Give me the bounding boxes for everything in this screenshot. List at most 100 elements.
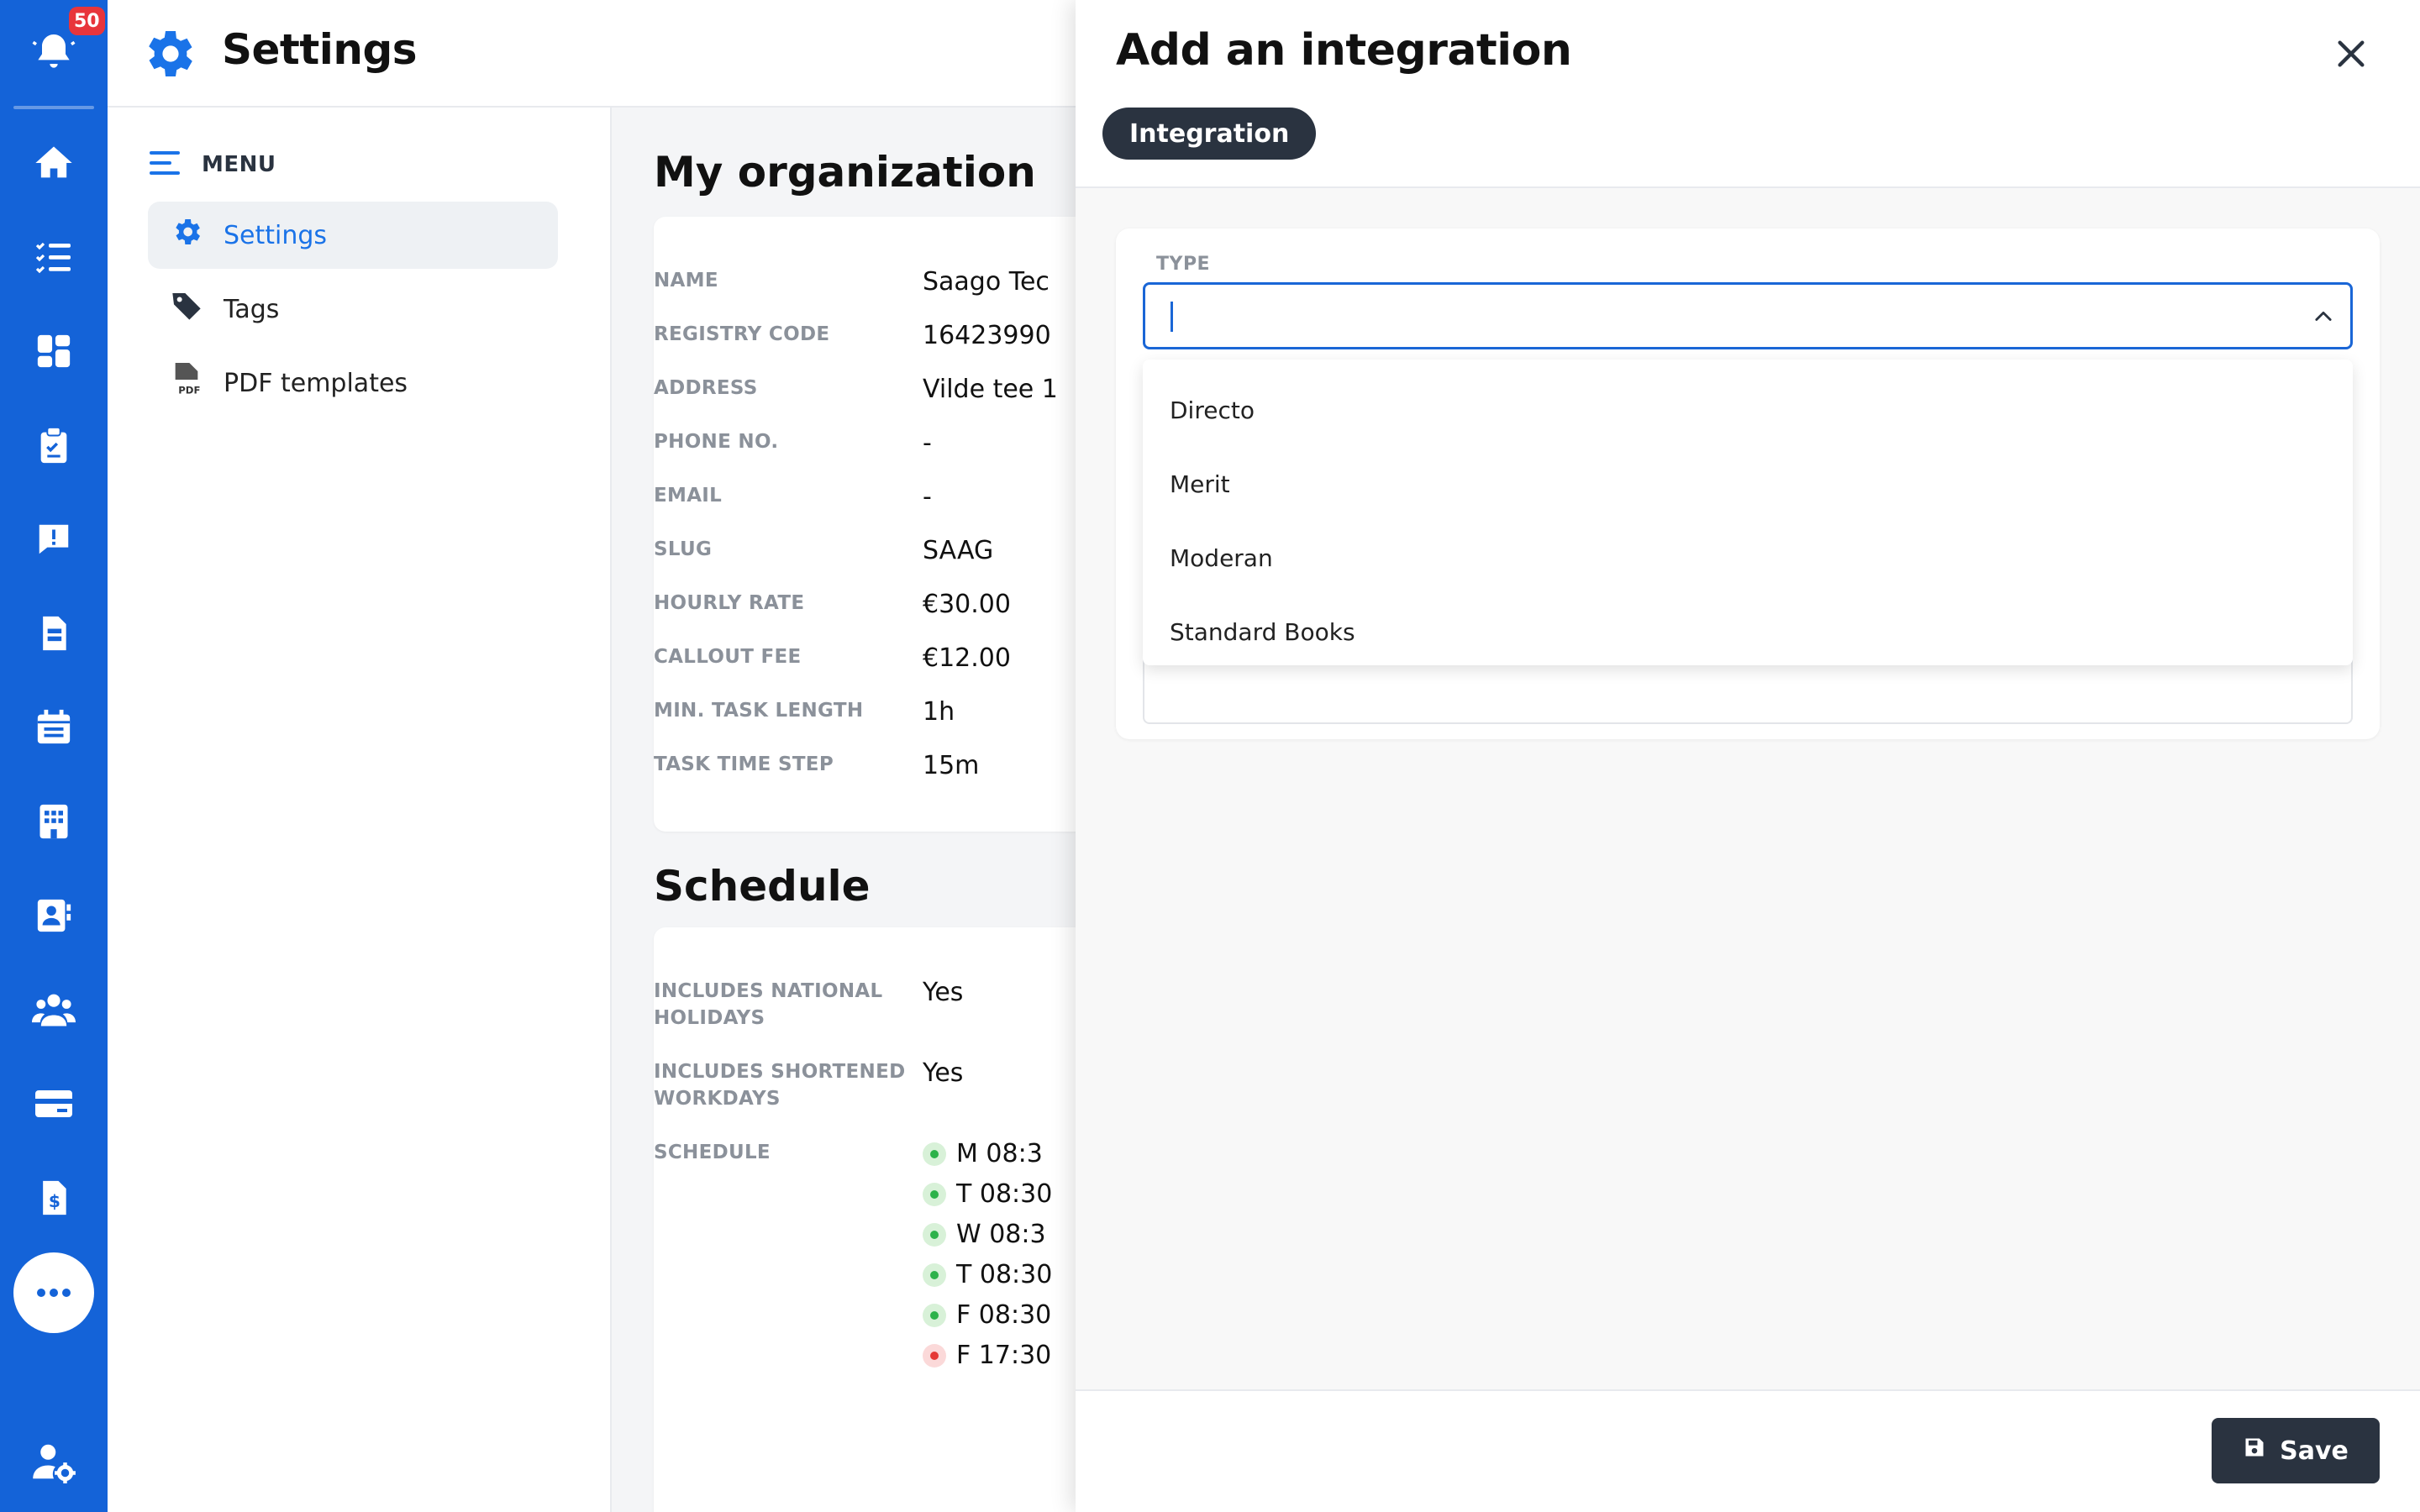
field-row: TASK TIME STEP 15m	[654, 751, 1076, 781]
document-icon[interactable]	[30, 610, 77, 657]
organization-card	[654, 217, 1076, 832]
bell-icon[interactable]	[30, 29, 77, 76]
field-label: TASK TIME STEP	[654, 753, 834, 775]
type-select[interactable]	[1143, 282, 2353, 349]
status-dot-icon	[923, 1142, 946, 1166]
schedule-heading: Schedule	[654, 862, 871, 911]
dropdown-option[interactable]: Merit	[1143, 447, 2353, 521]
field-label: MIN. TASK LENGTH	[654, 700, 864, 722]
settings-menu: MENU Settings Tags PDF PDF templates	[108, 108, 612, 1512]
field-value: Yes	[923, 1058, 964, 1088]
field-label: EMAIL	[654, 485, 723, 507]
gear-icon	[170, 215, 203, 255]
building-icon[interactable]	[30, 798, 77, 845]
svg-text:PDF: PDF	[178, 385, 200, 396]
floppy-disk-icon	[2243, 1436, 2266, 1466]
more-button[interactable]	[13, 1252, 94, 1333]
home-icon[interactable]	[30, 139, 77, 186]
card-icon[interactable]	[30, 1080, 77, 1127]
pdf-file-icon: PDF	[170, 361, 203, 405]
status-dot-icon	[923, 1303, 946, 1327]
field-row: EMAIL -	[654, 482, 1076, 512]
dropdown-option[interactable]: Directo	[1143, 373, 2353, 447]
chevron-up-icon[interactable]	[2308, 302, 2338, 332]
type-dropdown: Directo Merit Moderan Standard Books	[1143, 360, 2353, 665]
field-value: -	[923, 428, 932, 458]
calendar-icon[interactable]	[30, 704, 77, 751]
save-label: Save	[2280, 1436, 2349, 1466]
clipboard-icon[interactable]	[30, 422, 77, 469]
menu-item-settings[interactable]: Settings	[148, 202, 558, 269]
field-label: REGISTRY CODE	[654, 323, 830, 345]
contact-card-icon[interactable]	[30, 892, 77, 939]
close-button[interactable]	[2328, 30, 2375, 77]
field-value: 16423990	[923, 321, 1051, 350]
text-cursor	[1171, 302, 1173, 332]
schedule-entry: F 08:30	[923, 1300, 1051, 1330]
menu-item-label: Tags	[224, 294, 280, 324]
schedule-entry: M 08:3	[923, 1139, 1043, 1168]
invoice-icon[interactable]: $	[30, 1174, 77, 1221]
schedule-entry-text: M 08:3	[956, 1139, 1043, 1168]
field-value: Vilde tee 1	[923, 375, 1058, 404]
field-value: -	[923, 482, 932, 512]
status-dot-icon	[923, 1263, 946, 1287]
schedule-entry: T 08:30	[923, 1260, 1052, 1289]
field-row: INCLUDES SHORTENED WORKDAYS Yes	[654, 1058, 1076, 1112]
schedule-entry-text: T 08:30	[956, 1260, 1053, 1289]
svg-text:$: $	[49, 1191, 60, 1211]
hamburger-icon[interactable]	[150, 150, 183, 180]
menu-item-tags[interactable]: Tags	[148, 276, 558, 343]
page-header: Settings	[108, 0, 1076, 108]
field-label: CALLOUT FEE	[654, 646, 802, 668]
more-icon	[37, 1289, 71, 1297]
schedule-entry-text: F 08:30	[956, 1300, 1052, 1330]
field-row: ADDRESS Vilde tee 1	[654, 375, 1076, 405]
field-label: INCLUDES NATIONAL HOLIDAYS	[654, 980, 883, 1029]
dropdown-option[interactable]: Moderan	[1143, 521, 2353, 595]
field-row: MIN. TASK LENGTH 1h	[654, 697, 1076, 727]
field-label: INCLUDES SHORTENED WORKDAYS	[654, 1061, 906, 1110]
menu-header[interactable]: MENU	[150, 150, 276, 180]
alert-message-icon[interactable]	[30, 516, 77, 563]
menu-item-label: Settings	[224, 220, 328, 250]
field-value: SAAG	[923, 536, 994, 565]
status-dot-icon	[923, 1182, 946, 1206]
status-dot-icon	[923, 1222, 946, 1247]
field-label: HOURLY RATE	[654, 592, 805, 614]
schedule-entry: T 08:30	[923, 1179, 1052, 1209]
panel-title: Add an integration	[1116, 25, 1572, 76]
save-button[interactable]: Save	[2212, 1418, 2380, 1483]
page-title: Settings	[222, 25, 418, 74]
field-row: CALLOUT FEE €12.00	[654, 643, 1076, 674]
panel-header: Add an integration Integration	[1076, 0, 2420, 188]
field-row: SLUG SAAG	[654, 536, 1076, 566]
menu-item-pdf-templates[interactable]: PDF PDF templates	[148, 349, 558, 417]
checklist-icon[interactable]	[30, 234, 77, 281]
main-content: My organization NAME Saago Tec REGISTRY C…	[613, 109, 1076, 1512]
field-label: SCHEDULE	[654, 1142, 771, 1163]
field-label: SLUG	[654, 538, 713, 560]
field-row: HOURLY RATE €30.00	[654, 590, 1076, 620]
field-value: €30.00	[923, 590, 1011, 619]
field-value: 15m	[923, 751, 980, 780]
schedule-entry-text: T 08:30	[956, 1179, 1053, 1209]
tab-integration[interactable]: Integration	[1102, 108, 1317, 160]
add-integration-panel: Add an integration Integration TYPE Dire…	[1076, 0, 2420, 1512]
status-dot-icon	[923, 1343, 946, 1368]
user-settings-icon[interactable]	[30, 1438, 77, 1485]
field-row: INCLUDES NATIONAL HOLIDAYS Yes	[654, 978, 1076, 1032]
field-row: PHONE NO. -	[654, 428, 1076, 459]
schedule-entry: W 08:3	[923, 1220, 1046, 1249]
field-row: NAME Saago Tec	[654, 267, 1076, 297]
field-value: €12.00	[923, 643, 1011, 673]
dropdown-option[interactable]: Standard Books	[1143, 595, 2353, 669]
schedule-entry-text: W 08:3	[956, 1220, 1046, 1249]
app-rail: 50 $	[0, 0, 108, 1512]
dashboard-icon[interactable]	[30, 328, 77, 375]
close-icon	[2338, 40, 2365, 67]
notification-badge: 50	[69, 7, 105, 35]
schedule-entry-text: F 17:30	[956, 1341, 1052, 1370]
team-icon[interactable]	[30, 986, 77, 1033]
panel-footer: Save	[1076, 1389, 2420, 1512]
